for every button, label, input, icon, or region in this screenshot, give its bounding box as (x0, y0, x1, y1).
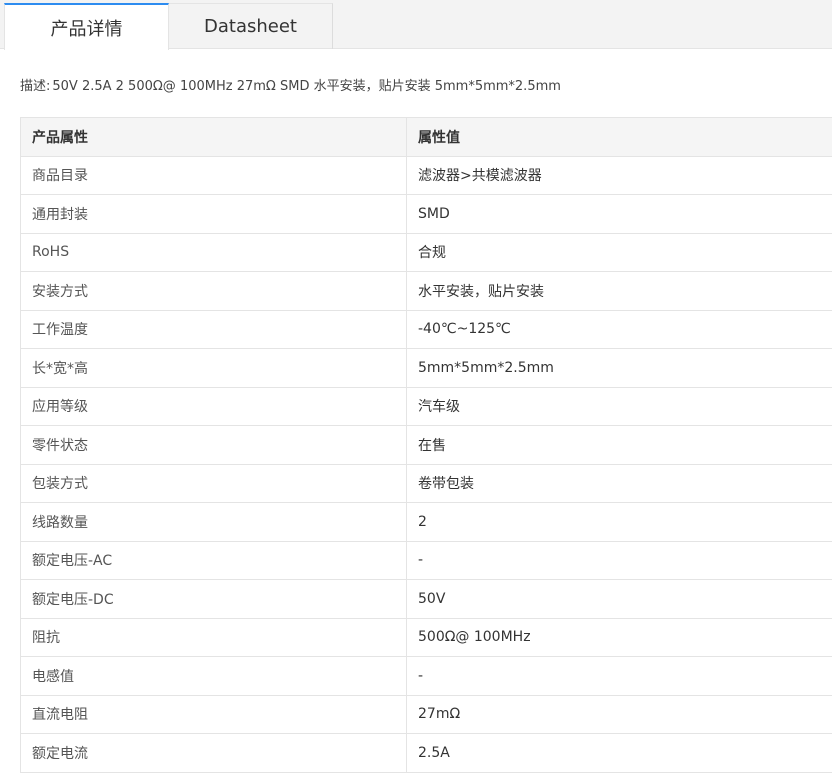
attribute-name: 额定电压-DC (20, 579, 407, 619)
table-row: RoHS 合规 (20, 232, 832, 272)
attribute-value: 5mm*5mm*2.5mm (406, 348, 832, 388)
table-row: 安装方式 水平安装，贴片安装 (20, 271, 832, 311)
attribute-name: 零件状态 (20, 425, 407, 465)
header-product-attribute: 产品属性 (20, 117, 407, 157)
attribute-value: 2.5A (406, 733, 832, 773)
table-row: 线路数量 2 (20, 502, 832, 542)
attribute-name: 包装方式 (20, 463, 407, 503)
table-row: 工作温度 -40℃~125℃ (20, 309, 832, 349)
attribute-name: 应用等级 (20, 386, 407, 426)
table-row: 额定电压-AC - (20, 540, 832, 580)
description-text: 50V 2.5A 2 500Ω@ 100MHz 27mΩ SMD 水平安装，贴片… (52, 79, 561, 94)
attribute-value: 卷带包装 (406, 463, 832, 503)
attribute-name: 安装方式 (20, 271, 407, 311)
attribute-name: 直流电阻 (20, 694, 407, 734)
attribute-value: -40℃~125℃ (406, 309, 832, 349)
table-row: 通用封装 SMD (20, 194, 832, 234)
table-row: 直流电阻 27mΩ (20, 694, 832, 734)
table-header-row: 产品属性 属性值 (20, 117, 832, 157)
table-row: 额定电压-DC 50V (20, 579, 832, 619)
attribute-name: 商品目录 (20, 155, 407, 195)
attribute-name: 工作温度 (20, 309, 407, 349)
attribute-value: SMD (406, 194, 832, 234)
attribute-value: 汽车级 (406, 386, 832, 426)
table-row: 商品目录 滤波器>共模滤波器 (20, 155, 832, 195)
attribute-name: 通用封装 (20, 194, 407, 234)
tab-product-details[interactable]: 产品详情 (4, 3, 169, 50)
description-label: 描述: (20, 79, 51, 94)
table-row: 包装方式 卷带包装 (20, 463, 832, 503)
attribute-value: 500Ω@ 100MHz (406, 617, 832, 657)
tab-bar: 产品详情 Datasheet (0, 0, 832, 50)
attribute-value: 合规 (406, 232, 832, 272)
attribute-value: - (406, 656, 832, 696)
attribute-name: 阻抗 (20, 617, 407, 657)
table-row: 阻抗 500Ω@ 100MHz (20, 617, 832, 657)
attribute-value: 在售 (406, 425, 832, 465)
attribute-name: 长*宽*高 (20, 348, 407, 388)
product-attributes-table: 产品属性 属性值 商品目录 滤波器>共模滤波器 通用封装 SMD RoHS 合规 安装方式水… (20, 117, 832, 773)
attribute-value: 50V (406, 579, 832, 619)
attribute-value: - (406, 540, 832, 580)
table-row: 额定电流 2.5A (20, 733, 832, 773)
table-row: 应用等级 汽车级 (20, 386, 832, 426)
attribute-value: 2 (406, 502, 832, 542)
table-row: 零件状态 在售 (20, 425, 832, 465)
table-row: 电感值 - (20, 656, 832, 696)
attribute-name: RoHS (20, 232, 407, 272)
attribute-name: 额定电压-AC (20, 540, 407, 580)
attribute-name: 电感值 (20, 656, 407, 696)
header-attribute-value: 属性值 (406, 117, 832, 157)
attribute-name: 额定电流 (20, 733, 407, 773)
attribute-value: 27mΩ (406, 694, 832, 734)
table-body: 商品目录 滤波器>共模滤波器 通用封装 SMD RoHS 合规 安装方式 水平安装，贴片安装工… (20, 155, 832, 773)
product-description: 描述: 50V 2.5A 2 500Ω@ 100MHz 27mΩ SMD 水平安装… (20, 75, 820, 94)
attribute-value: 水平安装，贴片安装 (406, 271, 832, 311)
table-row: 长*宽*高 5mm*5mm*2.5mm (20, 348, 832, 388)
tab-datasheet[interactable]: Datasheet (169, 3, 333, 49)
attribute-value: 滤波器>共模滤波器 (406, 155, 832, 195)
attribute-name: 线路数量 (20, 502, 407, 542)
